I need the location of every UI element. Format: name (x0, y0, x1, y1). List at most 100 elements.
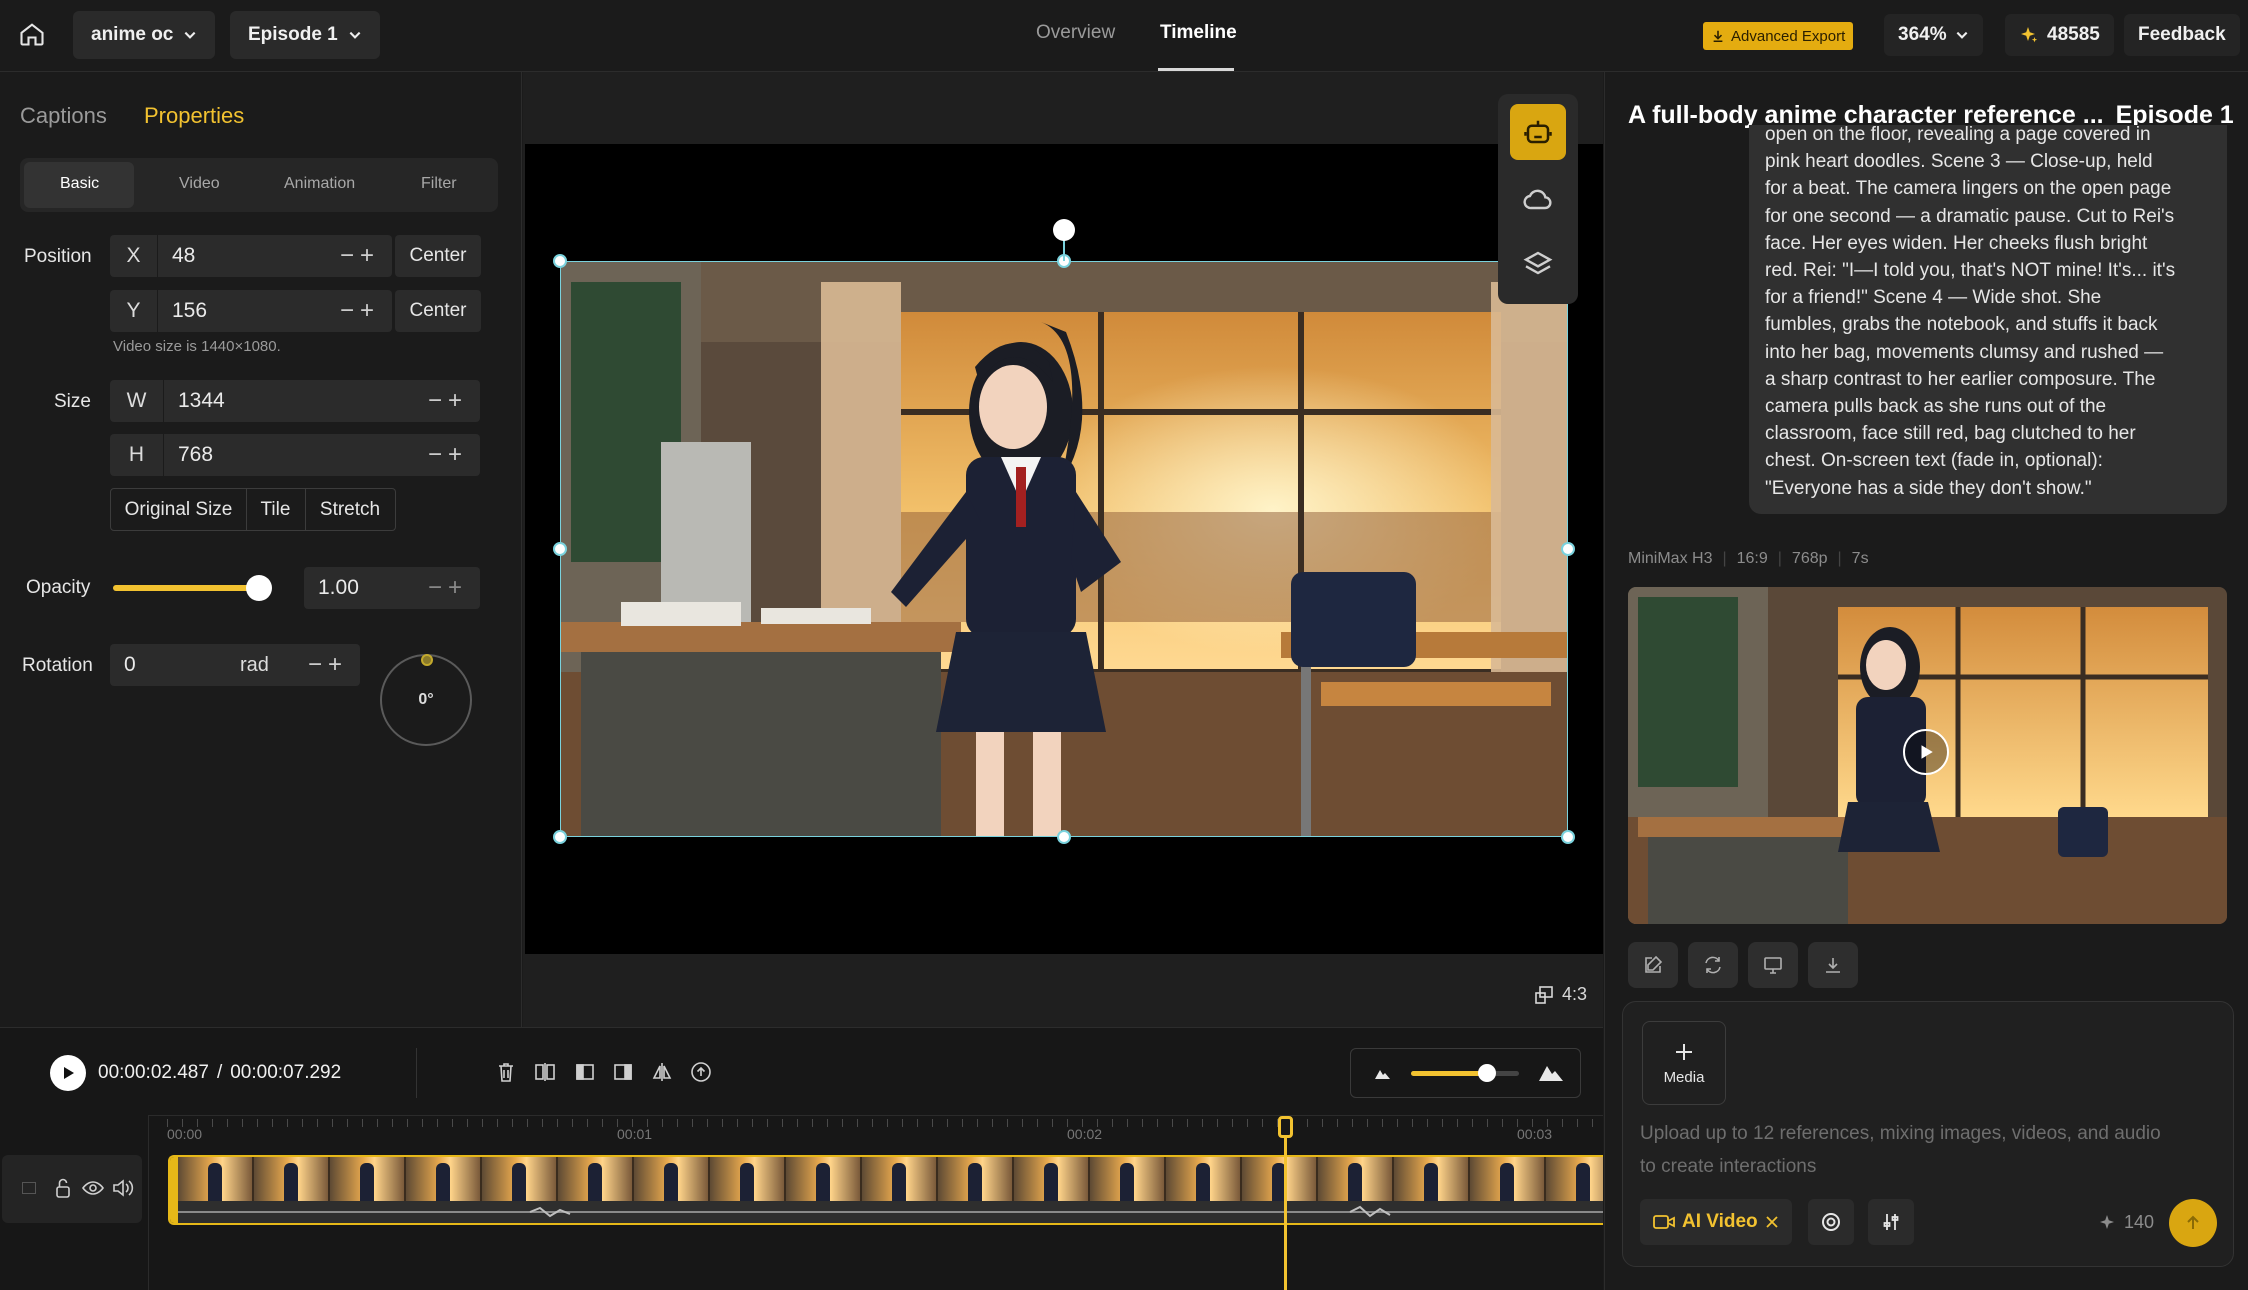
aspect-ratio-button[interactable]: 4:3 (1534, 984, 1587, 1005)
x-value[interactable]: 48 (158, 244, 340, 268)
x-stepper[interactable]: −+ (340, 242, 392, 270)
resize-handle-bottom-right[interactable] (1561, 830, 1575, 844)
rotation-stepper[interactable]: −+ (308, 651, 360, 679)
home-icon[interactable] (18, 20, 46, 48)
ruler-tick (1487, 1119, 1488, 1127)
advanced-export-button[interactable]: Advanced Export (1703, 22, 1854, 50)
rotation-dial-knob[interactable] (421, 654, 433, 666)
ruler-tick (1007, 1119, 1008, 1127)
opacity-slider[interactable] (113, 575, 272, 601)
subtab-video[interactable]: Video (179, 175, 220, 193)
clip-trim-handle-left[interactable] (170, 1157, 178, 1223)
episode-dropdown[interactable]: Episode 1 (230, 11, 380, 59)
position-label: Position (24, 246, 92, 267)
unlock-icon[interactable] (54, 1177, 72, 1199)
y-field[interactable]: Y 156 −+ (110, 290, 392, 332)
eye-icon[interactable] (82, 1180, 104, 1196)
screen-icon[interactable] (1748, 942, 1798, 988)
send-button[interactable] (2169, 1199, 2217, 1247)
add-media-button[interactable]: Media (1642, 1021, 1726, 1105)
playhead-handle[interactable] (1278, 1116, 1293, 1138)
resize-handle-bottom[interactable] (1057, 830, 1071, 844)
ruler-tick (317, 1119, 318, 1127)
h-stepper[interactable]: −+ (428, 441, 480, 469)
project-dropdown[interactable]: anime oc (73, 11, 216, 59)
time-display: 00:00:02.487 / 00:00:07.292 (98, 1062, 341, 1084)
zoom-slider-handle[interactable] (1477, 1064, 1496, 1082)
subtab-animation[interactable]: Animation (284, 175, 355, 193)
cloud-icon[interactable] (1522, 184, 1554, 216)
w-value[interactable]: 1344 (164, 389, 428, 413)
resize-handle-bottom-left[interactable] (553, 830, 567, 844)
feedback-button[interactable]: Feedback (2124, 14, 2240, 56)
video-clip[interactable] (168, 1155, 1603, 1225)
tile-button[interactable]: Tile (246, 488, 306, 531)
trim-left-icon[interactable] (574, 1061, 596, 1083)
subtab-basic[interactable]: Basic (60, 175, 99, 193)
tab-timeline[interactable]: Timeline (1160, 22, 1237, 44)
play-button[interactable] (50, 1055, 86, 1091)
resize-handle-right[interactable] (1561, 542, 1575, 556)
ruler-tick (1592, 1119, 1593, 1127)
center-y-button[interactable]: Center (395, 290, 481, 332)
trim-right-icon[interactable] (612, 1061, 634, 1083)
ruler-tick (752, 1119, 753, 1127)
layers-icon[interactable] (1522, 249, 1554, 281)
ruler-baseline (148, 1115, 1603, 1116)
split-icon[interactable] (534, 1061, 556, 1083)
center-x-button[interactable]: Center (395, 235, 481, 277)
tab-properties[interactable]: Properties (144, 103, 244, 129)
speed-icon[interactable] (690, 1061, 712, 1083)
delete-icon[interactable] (496, 1061, 516, 1083)
settings-sliders-icon[interactable] (1868, 1199, 1914, 1245)
w-field[interactable]: W 1344 −+ (110, 380, 480, 422)
ruler-tick (1457, 1119, 1458, 1127)
resize-handle-left[interactable] (553, 542, 567, 556)
opacity-value[interactable]: 1.00 (304, 576, 428, 600)
classroom-scene-image (561, 262, 1567, 836)
clip-frame (1470, 1157, 1544, 1201)
edit-icon[interactable] (1628, 942, 1678, 988)
clip-frame-figure (1196, 1163, 1210, 1201)
playhead[interactable] (1284, 1126, 1287, 1290)
h-value[interactable]: 768 (164, 443, 428, 467)
zoom-in-icon[interactable] (1537, 1061, 1565, 1083)
zoom-dropdown[interactable]: 364% (1884, 14, 1983, 56)
robot-icon[interactable] (1510, 104, 1566, 160)
download-icon[interactable] (1808, 942, 1858, 988)
clip-frame (406, 1157, 480, 1201)
close-icon[interactable] (1764, 1214, 1780, 1230)
video-frame[interactable] (560, 261, 1568, 837)
regenerate-icon[interactable] (1688, 942, 1738, 988)
rotate-handle[interactable] (1053, 219, 1075, 241)
speaker-icon[interactable] (112, 1178, 134, 1198)
zoom-out-icon[interactable] (1373, 1065, 1393, 1081)
clip-frame-figure (436, 1163, 450, 1201)
resize-handle-top-left[interactable] (553, 254, 567, 268)
generated-video-preview[interactable] (1628, 587, 2227, 924)
rotation-dial[interactable]: 0° (380, 654, 472, 746)
tab-captions[interactable]: Captions (20, 103, 107, 129)
play-icon[interactable] (1903, 729, 1949, 775)
rotation-field[interactable]: 0 rad −+ (110, 644, 360, 686)
subtab-filter[interactable]: Filter (421, 175, 457, 193)
mode-chip[interactable]: AI Video (1640, 1199, 1792, 1245)
y-stepper[interactable]: −+ (340, 297, 392, 325)
original-size-button[interactable]: Original Size (110, 488, 247, 531)
rotation-value[interactable]: 0 (110, 653, 240, 677)
opacity-stepper[interactable]: −+ (428, 574, 480, 602)
opacity-field[interactable]: 1.00 −+ (304, 567, 480, 609)
w-stepper[interactable]: −+ (428, 387, 480, 415)
mirror-icon[interactable] (651, 1061, 673, 1083)
y-value[interactable]: 156 (158, 299, 340, 323)
opacity-slider-handle[interactable] (246, 575, 272, 601)
stretch-button[interactable]: Stretch (305, 488, 396, 531)
credits-button[interactable]: 48585 (2005, 14, 2114, 56)
zoom-slider[interactable] (1411, 1064, 1519, 1082)
composer-input[interactable]: Upload up to 12 references, mixing image… (1640, 1117, 2180, 1183)
x-field[interactable]: X 48 −+ (110, 235, 392, 277)
h-field[interactable]: H 768 −+ (110, 434, 480, 476)
prompt-line: "Everyone has a side they don't show." (1765, 477, 2092, 499)
tab-overview[interactable]: Overview (1036, 22, 1115, 44)
model-icon[interactable] (1808, 1199, 1854, 1245)
